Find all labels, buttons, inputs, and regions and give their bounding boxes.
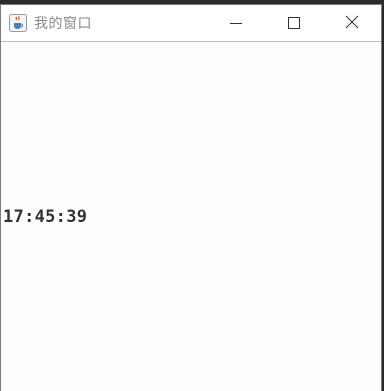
clock-label: 17:45:39 — [3, 207, 88, 227]
minimize-button[interactable] — [207, 5, 265, 41]
desktop: 我的窗口 17:45:39 — [0, 0, 384, 391]
window-content: 17:45:39 — [1, 42, 381, 391]
close-icon — [345, 14, 359, 33]
minimize-icon — [230, 14, 242, 33]
window-title: 我的窗口 — [34, 16, 92, 32]
maximize-icon — [288, 14, 300, 33]
java-cup-icon[interactable] — [9, 14, 27, 32]
title-bar[interactable]: 我的窗口 — [1, 5, 381, 42]
window-controls — [207, 5, 381, 41]
close-button[interactable] — [323, 5, 381, 41]
maximize-button[interactable] — [265, 5, 323, 41]
app-window: 我的窗口 17:45:39 — [0, 4, 382, 391]
